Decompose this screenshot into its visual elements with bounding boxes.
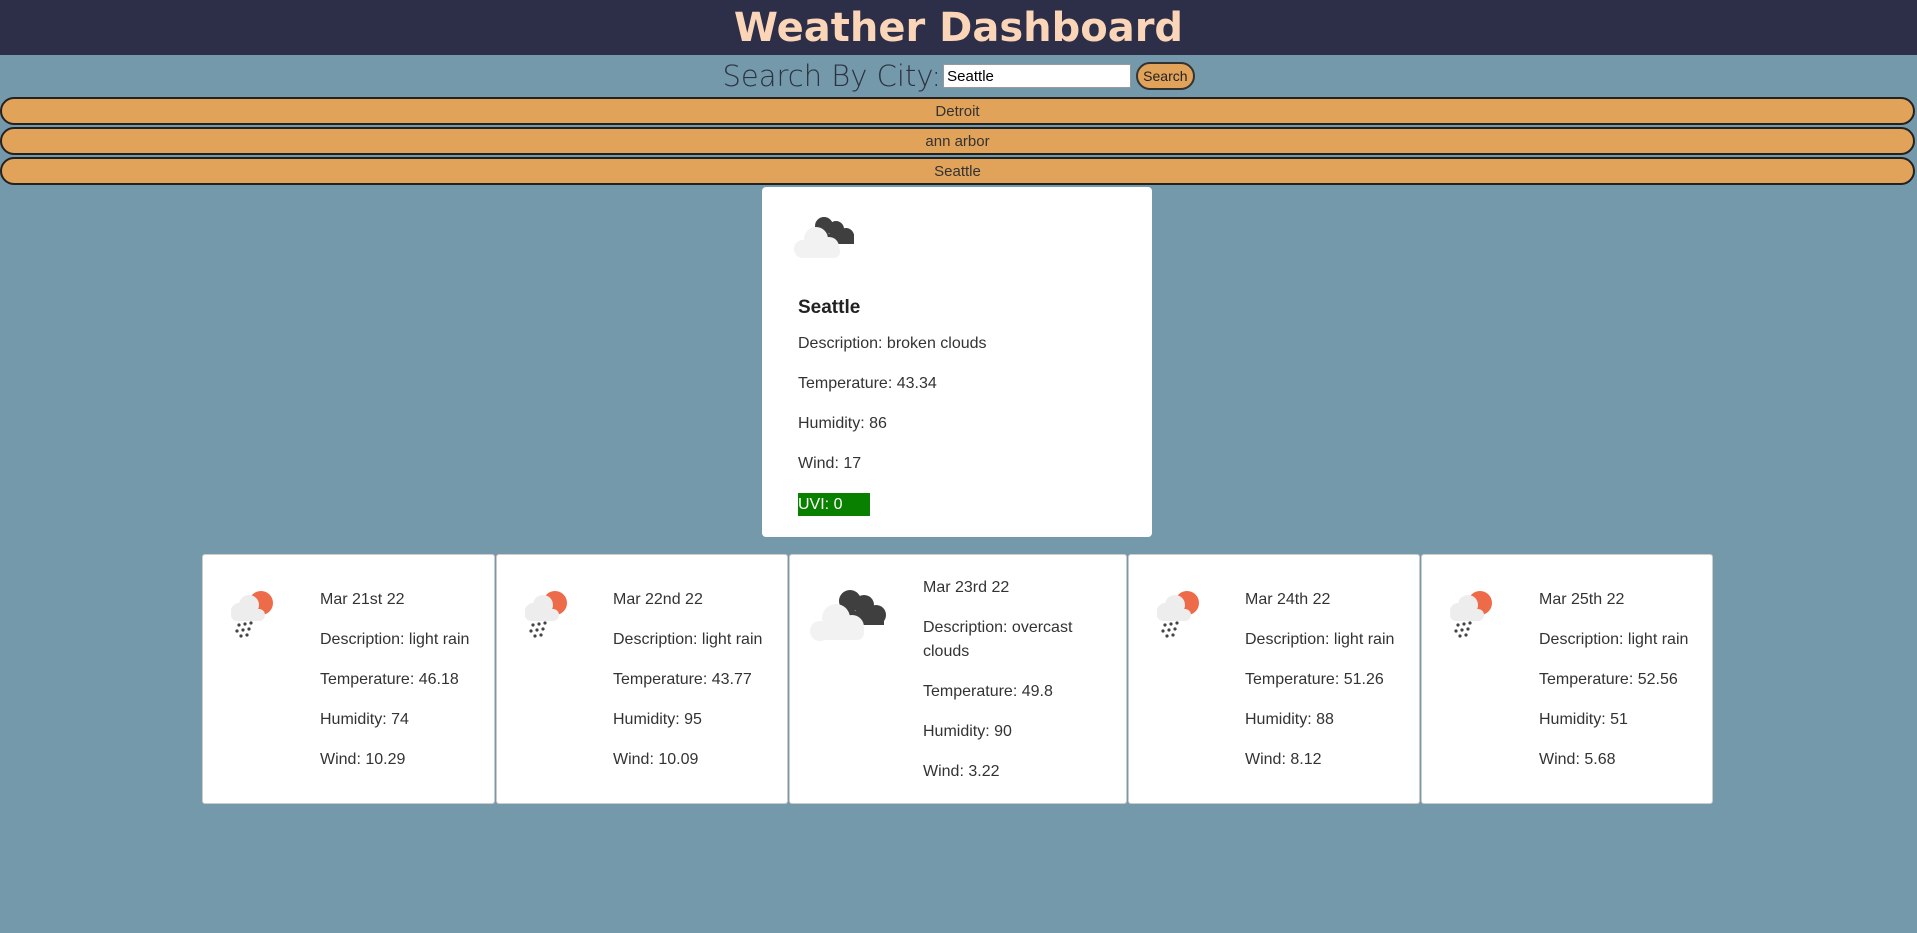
light-rain-icon <box>225 587 281 648</box>
forecast-details: Mar 24th 22 Description: light rain Temp… <box>1245 588 1394 788</box>
forecast-humidity: Humidity: 88 <box>1245 711 1334 728</box>
forecast-description: Description: light rain <box>1539 631 1689 648</box>
broken-clouds-icon <box>789 209 859 264</box>
history-button-seattle[interactable]: Seattle <box>0 157 1915 185</box>
forecast-card: Mar 21st 22 Description: light rain Temp… <box>202 554 495 804</box>
current-city-name: Seattle <box>798 297 861 318</box>
uvi-badge: UVI: 0 <box>798 493 870 516</box>
forecast-date: Mar 22nd 22 <box>613 591 703 608</box>
current-humidity: Humidity: 86 <box>798 415 887 432</box>
forecast-details: Mar 21st 22 Description: light rain Temp… <box>320 588 469 788</box>
light-rain-icon <box>519 587 575 648</box>
forecast-temperature: Temperature: 52.56 <box>1539 671 1678 688</box>
forecast-temperature: Temperature: 51.26 <box>1245 671 1384 688</box>
forecast-card: Mar 22nd 22 Description: light rain Temp… <box>496 554 788 804</box>
history-button-detroit[interactable]: Detroit <box>0 97 1915 125</box>
forecast-description: Description: light rain <box>613 631 763 648</box>
forecast-details: Mar 22nd 22 Description: light rain Temp… <box>613 588 762 788</box>
current-description: Description: broken clouds <box>798 335 987 352</box>
forecast-description: Description: overcast clouds <box>923 619 1073 660</box>
forecast-temperature: Temperature: 43.77 <box>613 671 752 688</box>
forecast-humidity: Humidity: 90 <box>923 723 1012 740</box>
page-header: Weather Dashboard <box>0 0 1917 55</box>
forecast-wind: Wind: 10.29 <box>320 751 406 768</box>
light-rain-icon <box>1444 587 1500 648</box>
search-bar: Search By City: Search <box>0 55 1917 97</box>
page-title: Weather Dashboard <box>733 4 1184 51</box>
forecast-wind: Wind: 3.22 <box>923 763 1000 780</box>
history-button-ann-arbor[interactable]: ann arbor <box>0 127 1915 155</box>
forecast-humidity: Humidity: 95 <box>613 711 702 728</box>
forecast-date: Mar 23rd 22 <box>923 579 1010 596</box>
current-weather-card: Seattle Description: broken clouds Tempe… <box>762 187 1152 537</box>
forecast-description: Description: light rain <box>1245 631 1395 648</box>
forecast-wind: Wind: 10.09 <box>613 751 699 768</box>
forecast-description: Description: light rain <box>320 631 470 648</box>
forecast-details: Mar 25th 22 Description: light rain Temp… <box>1539 588 1688 788</box>
forecast-humidity: Humidity: 74 <box>320 711 409 728</box>
forecast-card: Mar 23rd 22 Description: overcast clouds… <box>789 554 1127 804</box>
overcast-clouds-icon <box>806 585 888 646</box>
city-search-input[interactable] <box>943 64 1132 88</box>
search-button[interactable]: Search <box>1136 62 1195 90</box>
forecast-temperature: Temperature: 49.8 <box>923 683 1053 700</box>
forecast-row: Mar 21st 22 Description: light rain Temp… <box>202 554 1714 804</box>
forecast-date: Mar 24th 22 <box>1245 591 1331 608</box>
forecast-humidity: Humidity: 51 <box>1539 711 1628 728</box>
forecast-card: Mar 25th 22 Description: light rain Temp… <box>1421 554 1713 804</box>
light-rain-icon <box>1151 587 1207 648</box>
search-label: Search By City: <box>722 59 942 93</box>
current-temperature: Temperature: 43.34 <box>798 375 937 392</box>
forecast-date: Mar 21st 22 <box>320 591 405 608</box>
forecast-temperature: Temperature: 46.18 <box>320 671 459 688</box>
forecast-wind: Wind: 8.12 <box>1245 751 1322 768</box>
search-history: Detroit ann arbor Seattle <box>0 97 1917 185</box>
current-wind: Wind: 17 <box>798 455 862 472</box>
forecast-details: Mar 23rd 22 Description: overcast clouds… <box>923 576 1113 800</box>
forecast-date: Mar 25th 22 <box>1539 591 1625 608</box>
forecast-card: Mar 24th 22 Description: light rain Temp… <box>1128 554 1420 804</box>
forecast-wind: Wind: 5.68 <box>1539 751 1616 768</box>
